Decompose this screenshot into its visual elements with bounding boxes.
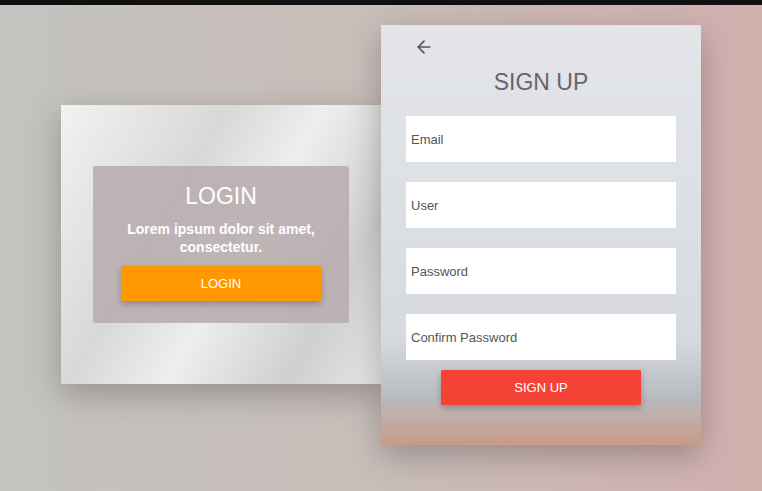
page: LOGIN Lorem ipsum dolor sit amet, consect… <box>0 0 762 491</box>
signup-field[interactable] <box>406 182 676 228</box>
signup-field[interactable] <box>406 116 676 162</box>
top-strip <box>0 0 762 5</box>
signup-header <box>381 25 701 57</box>
login-text: Lorem ipsum dolor sit amet, consectetur. <box>113 220 329 256</box>
login-title: LOGIN <box>185 182 257 210</box>
signup-card: SIGN UP SIGN UP <box>381 25 701 445</box>
signup-form <box>406 116 676 360</box>
back-arrow-icon[interactable] <box>414 37 434 57</box>
login-button[interactable]: LOGIN <box>121 266 321 301</box>
login-panel: LOGIN Lorem ipsum dolor sit amet, consect… <box>93 166 349 323</box>
signup-title: SIGN UP <box>494 68 589 96</box>
canvas: LOGIN Lorem ipsum dolor sit amet, consect… <box>0 5 762 445</box>
signup-button[interactable]: SIGN UP <box>441 370 641 405</box>
signup-field[interactable] <box>406 248 676 294</box>
signup-field[interactable] <box>406 314 676 360</box>
login-card: LOGIN Lorem ipsum dolor sit amet, consect… <box>61 105 381 384</box>
